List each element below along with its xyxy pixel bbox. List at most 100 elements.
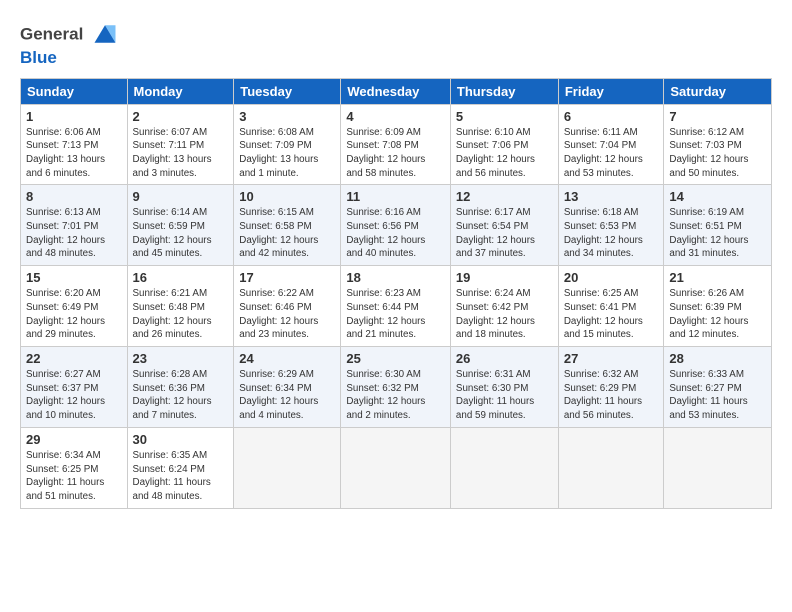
day-number: 18 — [346, 270, 445, 285]
calendar-cell: 11 Sunrise: 6:16 AM Sunset: 6:56 PM Dayli… — [341, 185, 451, 266]
day-number: 17 — [239, 270, 335, 285]
day-number: 26 — [456, 351, 553, 366]
calendar-header-row: SundayMondayTuesdayWednesdayThursdayFrid… — [21, 78, 772, 104]
calendar-cell: 23 Sunrise: 6:28 AM Sunset: 6:36 PM Dayli… — [127, 346, 234, 427]
calendar-cell — [558, 427, 664, 508]
calendar-cell: 4Sunrise: 6:09 AM Sunset: 7:08 PM Daylig… — [341, 104, 451, 185]
week-row-1: 1 Sunrise: 6:06 AM Sunset: 7:13 PM Daylig… — [21, 104, 772, 185]
calendar-cell: 6Sunrise: 6:11 AM Sunset: 7:04 PM Daylig… — [558, 104, 664, 185]
day-info: Sunrise: 6:21 AM Sunset: 6:48 PM Dayligh… — [133, 287, 229, 342]
calendar-cell: 19 Sunrise: 6:24 AM Sunset: 6:42 PM Dayli… — [450, 266, 558, 347]
day-number: 3 — [239, 109, 335, 124]
day-number: 24 — [239, 351, 335, 366]
day-info: Sunrise: 6:18 AM Sunset: 6:53 PM Dayligh… — [564, 206, 659, 261]
header: General Blue — [20, 18, 772, 68]
calendar-cell: 27Sunrise: 6:32 AM Sunset: 6:29 PM Dayli… — [558, 346, 664, 427]
day-info: Sunrise: 6:27 AM Sunset: 6:37 PM Dayligh… — [26, 368, 122, 423]
day-info: Sunrise: 6:14 AM Sunset: 6:59 PM Dayligh… — [133, 206, 229, 261]
day-number: 28 — [669, 351, 766, 366]
day-info: Sunrise: 6:08 AM Sunset: 7:09 PM Dayligh… — [239, 126, 335, 181]
day-number: 23 — [133, 351, 229, 366]
day-info: Sunrise: 6:26 AM Sunset: 6:39 PM Dayligh… — [669, 287, 766, 342]
calendar-cell: 9Sunrise: 6:14 AM Sunset: 6:59 PM Daylig… — [127, 185, 234, 266]
week-row-2: 8 Sunrise: 6:13 AM Sunset: 7:01 PM Daylig… — [21, 185, 772, 266]
day-number: 8 — [26, 189, 122, 204]
calendar-cell: 10 Sunrise: 6:15 AM Sunset: 6:58 PM Dayli… — [234, 185, 341, 266]
calendar-table: SundayMondayTuesdayWednesdayThursdayFrid… — [20, 78, 772, 509]
day-number: 2 — [133, 109, 229, 124]
day-number: 30 — [133, 432, 229, 447]
calendar-cell: 13 Sunrise: 6:18 AM Sunset: 6:53 PM Dayli… — [558, 185, 664, 266]
week-row-5: 29 Sunrise: 6:34 AM Sunset: 6:25 PM Dayli… — [21, 427, 772, 508]
calendar-cell: 7Sunrise: 6:12 AM Sunset: 7:03 PM Daylig… — [664, 104, 772, 185]
day-info: Sunrise: 6:19 AM Sunset: 6:51 PM Dayligh… — [669, 206, 766, 261]
day-info: Sunrise: 6:06 AM Sunset: 7:13 PM Dayligh… — [26, 126, 122, 181]
calendar-cell: 2 Sunrise: 6:07 AM Sunset: 7:11 PM Daylig… — [127, 104, 234, 185]
day-number: 12 — [456, 189, 553, 204]
day-number: 15 — [26, 270, 122, 285]
day-info: Sunrise: 6:10 AM Sunset: 7:06 PM Dayligh… — [456, 126, 553, 181]
calendar-cell: 20 Sunrise: 6:25 AM Sunset: 6:41 PM Dayli… — [558, 266, 664, 347]
col-header-friday: Friday — [558, 78, 664, 104]
day-info: Sunrise: 6:35 AM Sunset: 6:24 PM Dayligh… — [133, 449, 229, 504]
calendar-cell: 21 Sunrise: 6:26 AM Sunset: 6:39 PM Dayli… — [664, 266, 772, 347]
calendar-cell: 18 Sunrise: 6:23 AM Sunset: 6:44 PM Dayli… — [341, 266, 451, 347]
calendar-cell: 15 Sunrise: 6:20 AM Sunset: 6:49 PM Dayli… — [21, 266, 128, 347]
day-info: Sunrise: 6:23 AM Sunset: 6:44 PM Dayligh… — [346, 287, 445, 342]
calendar-cell — [234, 427, 341, 508]
day-info: Sunrise: 6:17 AM Sunset: 6:54 PM Dayligh… — [456, 206, 553, 261]
day-number: 11 — [346, 189, 445, 204]
day-info: Sunrise: 6:15 AM Sunset: 6:58 PM Dayligh… — [239, 206, 335, 261]
calendar-cell: 26 Sunrise: 6:31 AM Sunset: 6:30 PM Dayli… — [450, 346, 558, 427]
day-number: 25 — [346, 351, 445, 366]
day-info: Sunrise: 6:09 AM Sunset: 7:08 PM Dayligh… — [346, 126, 445, 181]
calendar-cell: 14 Sunrise: 6:19 AM Sunset: 6:51 PM Dayli… — [664, 185, 772, 266]
logo: General Blue — [20, 22, 119, 68]
day-info: Sunrise: 6:29 AM Sunset: 6:34 PM Dayligh… — [239, 368, 335, 423]
day-number: 1 — [26, 109, 122, 124]
calendar-cell: 24 Sunrise: 6:29 AM Sunset: 6:34 PM Dayli… — [234, 346, 341, 427]
day-number: 21 — [669, 270, 766, 285]
day-number: 27 — [564, 351, 659, 366]
calendar-cell: 16Sunrise: 6:21 AM Sunset: 6:48 PM Dayli… — [127, 266, 234, 347]
col-header-wednesday: Wednesday — [341, 78, 451, 104]
day-info: Sunrise: 6:24 AM Sunset: 6:42 PM Dayligh… — [456, 287, 553, 342]
day-info: Sunrise: 6:07 AM Sunset: 7:11 PM Dayligh… — [133, 126, 229, 181]
week-row-3: 15 Sunrise: 6:20 AM Sunset: 6:49 PM Dayli… — [21, 266, 772, 347]
day-number: 6 — [564, 109, 659, 124]
col-header-sunday: Sunday — [21, 78, 128, 104]
calendar-cell: 1 Sunrise: 6:06 AM Sunset: 7:13 PM Daylig… — [21, 104, 128, 185]
logo-general: General — [20, 24, 83, 43]
day-info: Sunrise: 6:30 AM Sunset: 6:32 PM Dayligh… — [346, 368, 445, 423]
day-number: 29 — [26, 432, 122, 447]
day-number: 19 — [456, 270, 553, 285]
col-header-saturday: Saturday — [664, 78, 772, 104]
logo-blue: Blue — [20, 48, 119, 68]
day-number: 20 — [564, 270, 659, 285]
calendar-cell — [450, 427, 558, 508]
logo-text: General Blue — [20, 22, 119, 68]
day-number: 7 — [669, 109, 766, 124]
day-number: 14 — [669, 189, 766, 204]
calendar-cell — [664, 427, 772, 508]
calendar-cell: 28Sunrise: 6:33 AM Sunset: 6:27 PM Dayli… — [664, 346, 772, 427]
calendar-cell: 25 Sunrise: 6:30 AM Sunset: 6:32 PM Dayli… — [341, 346, 451, 427]
day-info: Sunrise: 6:13 AM Sunset: 7:01 PM Dayligh… — [26, 206, 122, 261]
day-info: Sunrise: 6:28 AM Sunset: 6:36 PM Dayligh… — [133, 368, 229, 423]
col-header-thursday: Thursday — [450, 78, 558, 104]
day-number: 5 — [456, 109, 553, 124]
calendar-cell: 22 Sunrise: 6:27 AM Sunset: 6:37 PM Dayli… — [21, 346, 128, 427]
day-info: Sunrise: 6:16 AM Sunset: 6:56 PM Dayligh… — [346, 206, 445, 261]
day-number: 22 — [26, 351, 122, 366]
day-number: 10 — [239, 189, 335, 204]
day-info: Sunrise: 6:20 AM Sunset: 6:49 PM Dayligh… — [26, 287, 122, 342]
day-info: Sunrise: 6:34 AM Sunset: 6:25 PM Dayligh… — [26, 449, 122, 504]
calendar-cell: 5 Sunrise: 6:10 AM Sunset: 7:06 PM Daylig… — [450, 104, 558, 185]
day-number: 13 — [564, 189, 659, 204]
calendar-cell: 8 Sunrise: 6:13 AM Sunset: 7:01 PM Daylig… — [21, 185, 128, 266]
day-info: Sunrise: 6:31 AM Sunset: 6:30 PM Dayligh… — [456, 368, 553, 423]
page: General Blue SundayMondayTuesdayWednesda… — [0, 0, 792, 612]
calendar-cell: 3 Sunrise: 6:08 AM Sunset: 7:09 PM Daylig… — [234, 104, 341, 185]
day-info: Sunrise: 6:25 AM Sunset: 6:41 PM Dayligh… — [564, 287, 659, 342]
calendar-cell: 29 Sunrise: 6:34 AM Sunset: 6:25 PM Dayli… — [21, 427, 128, 508]
